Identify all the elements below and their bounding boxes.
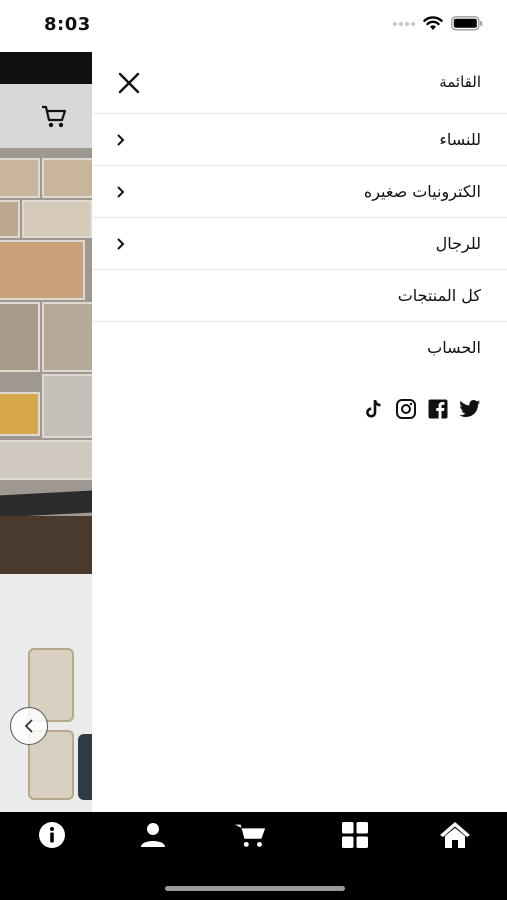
menu-item-label: للرجال xyxy=(435,234,481,253)
table-image xyxy=(0,516,92,574)
instagram-link[interactable] xyxy=(395,398,417,420)
menu-item-label: كل المنتجات xyxy=(397,286,481,305)
background-page xyxy=(0,52,92,812)
facebook-link[interactable] xyxy=(427,398,449,420)
chevron-right-icon xyxy=(117,186,125,198)
phone-image xyxy=(0,490,92,518)
drawer-header: القائمة xyxy=(92,52,507,114)
categories-icon xyxy=(342,822,368,848)
account-icon xyxy=(141,823,165,847)
status-time: 8:03 xyxy=(44,14,91,35)
close-button[interactable] xyxy=(116,70,142,96)
hero-banner[interactable] xyxy=(0,148,92,574)
menu-item-label: للنساء xyxy=(439,130,481,149)
signal-icon xyxy=(393,21,415,26)
announcement-bar xyxy=(0,52,92,84)
menu-item-men[interactable]: للرجال xyxy=(92,218,507,270)
bottom-tab-bar xyxy=(0,812,507,900)
carousel-prev-button[interactable] xyxy=(10,707,48,745)
chevron-left-icon xyxy=(24,719,33,733)
menu-item-women[interactable]: للنساء xyxy=(92,114,507,166)
instagram-icon xyxy=(396,399,416,419)
home-icon xyxy=(440,822,470,848)
tiktok-link[interactable] xyxy=(363,398,385,420)
chevron-right-icon xyxy=(117,238,125,250)
home-indicator xyxy=(165,886,345,891)
wifi-icon xyxy=(423,16,443,30)
facebook-icon xyxy=(428,399,448,419)
status-bar: 8:03 xyxy=(0,0,507,52)
tab-account[interactable] xyxy=(136,820,170,850)
menu-item-all-products[interactable]: كل المنتجات xyxy=(92,270,507,322)
chevron-right-icon xyxy=(117,134,125,146)
twitter-icon xyxy=(459,400,481,418)
menu-item-label: الحساب xyxy=(427,338,481,357)
tab-info[interactable] xyxy=(35,820,69,850)
tab-cart[interactable] xyxy=(234,820,268,850)
twitter-link[interactable] xyxy=(459,398,481,420)
cart-icon[interactable] xyxy=(40,104,68,130)
cart-icon xyxy=(234,824,266,847)
menu-item-label: الكترونيات صغيره xyxy=(363,182,481,201)
navigation-drawer: القائمة للنساء الكترونيات صغيره للرجال ك… xyxy=(92,52,507,812)
social-links xyxy=(363,398,481,420)
tab-categories[interactable] xyxy=(338,820,372,850)
menu-item-account[interactable]: الحساب xyxy=(92,322,507,374)
info-icon xyxy=(39,822,65,848)
tiktok-icon xyxy=(366,400,381,418)
close-icon xyxy=(118,72,140,94)
tab-home[interactable] xyxy=(438,820,472,850)
product-carousel[interactable] xyxy=(0,574,92,812)
drawer-title: القائمة xyxy=(439,73,481,91)
menu-item-small-electronics[interactable]: الكترونيات صغيره xyxy=(92,166,507,218)
status-icons xyxy=(393,16,483,31)
battery-icon xyxy=(451,16,483,31)
